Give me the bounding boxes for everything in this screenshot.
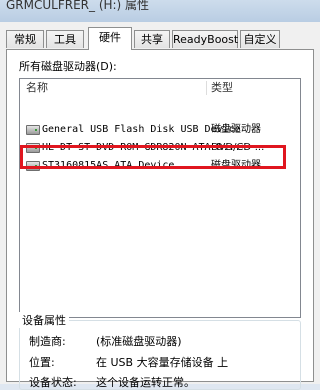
device-status-label: 设备状态: (29, 376, 77, 389)
device-properties-title: 设备属性 (19, 312, 69, 328)
window-title: GRMCULFRER_ (H:) 属性 (6, 0, 150, 12)
device-type: 磁盘驱动器 (211, 124, 261, 135)
column-header-type[interactable]: 类型 (211, 79, 233, 97)
tab-general[interactable]: 常规 (6, 30, 44, 48)
manufacturer-label: 制造商: (29, 335, 66, 348)
column-divider (206, 81, 207, 95)
properties-dialog: 常规 工具 硬件 共享 ReadyBoost 自定义 所有磁盘驱动器(D): 名… (0, 22, 320, 390)
tab-tools[interactable]: 工具 (46, 30, 84, 48)
selection-highlight-box (20, 145, 286, 169)
drive-icon (26, 125, 40, 135)
tab-sharing[interactable]: 共享 (134, 30, 170, 48)
tab-readyboost[interactable]: ReadyBoost (172, 30, 238, 48)
tab-strip: 常规 工具 硬件 共享 ReadyBoost 自定义 (6, 27, 316, 50)
list-header: 名称 类型 (20, 79, 300, 97)
tab-hardware[interactable]: 硬件 (88, 27, 132, 50)
disk-drive-list[interactable]: 名称 类型 General USB Flash Disk USB Device … (19, 78, 301, 318)
disk-drives-label: 所有磁盘驱动器(D): (19, 60, 117, 73)
device-status-value: 这个设备运转正常。 (96, 376, 195, 389)
tab-customize[interactable]: 自定义 (240, 30, 280, 48)
location-label: 位置: (29, 356, 55, 369)
location-value: 在 USB 大容量存储设备 上 (96, 356, 229, 369)
manufacturer-value: (标准磁盘驱动器) (96, 335, 182, 348)
column-header-name[interactable]: 名称 (26, 79, 48, 97)
hardware-panel: 所有磁盘驱动器(D): 名称 类型 General USB Flash Disk… (6, 49, 314, 390)
title-bar: GRMCULFRER_ (H:) 属性 (0, 0, 320, 22)
list-item[interactable]: General USB Flash Disk USB Device 磁盘驱动器 (22, 121, 298, 138)
